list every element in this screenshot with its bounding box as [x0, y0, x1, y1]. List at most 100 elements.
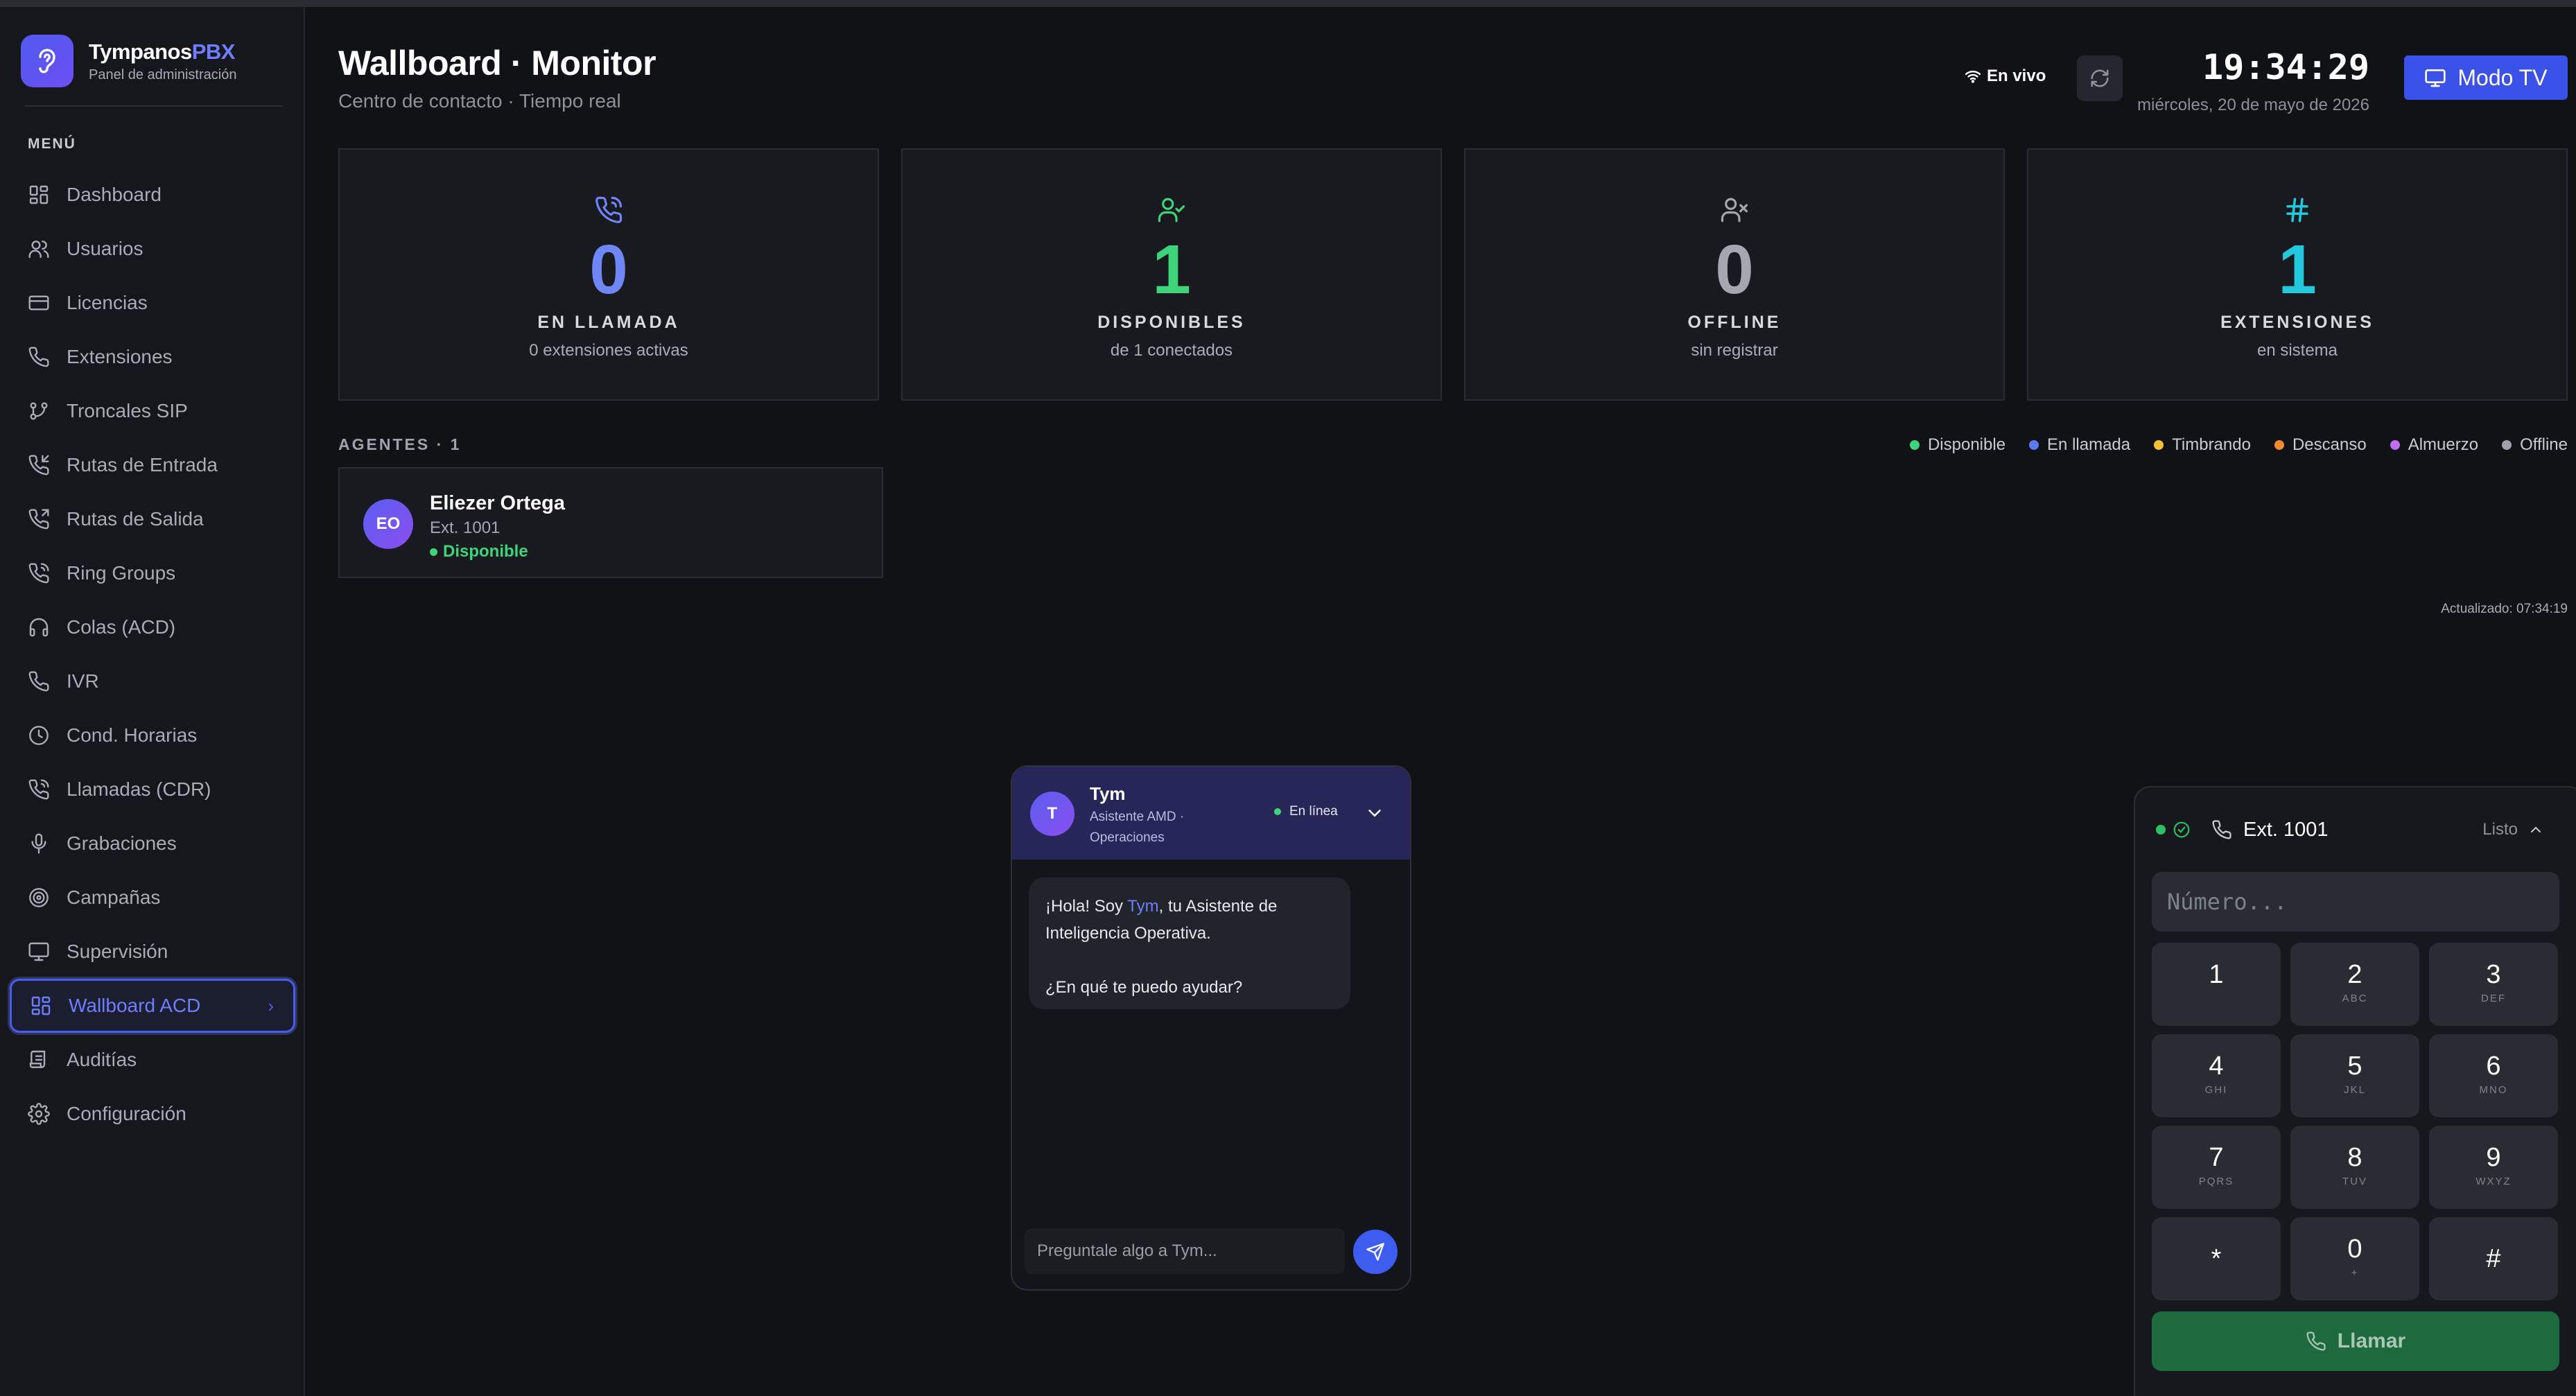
sidebar-item-ring-groups[interactable]: Ring Groups	[10, 546, 295, 600]
check-circle-icon	[2173, 821, 2190, 838]
stat-card-en-llamada: 0 EN LLAMADA 0 extensiones activas	[338, 148, 879, 401]
page-title: Wallboard · Monitor	[338, 44, 656, 82]
sidebar-item-cond-horarias[interactable]: Cond. Horarias	[10, 708, 295, 762]
key-3[interactable]: 3 DEF	[2429, 943, 2558, 1026]
sidebar-item-colas-acd[interactable]: Colas (ACD)	[10, 600, 295, 654]
key-7[interactable]: 7 PQRS	[2152, 1126, 2281, 1209]
sidebar-item-ivr[interactable]: IVR	[10, 654, 295, 708]
legend-item: En llamada	[2029, 435, 2130, 455]
agent-extension: Ext. 1001	[430, 518, 501, 537]
key-5[interactable]: 5 JKL	[2290, 1034, 2419, 1117]
agent-card[interactable]: EO Eliezer Ortega Ext. 1001 Disponible	[338, 467, 883, 578]
avatar: T	[1030, 792, 1074, 836]
legend-dot	[2274, 440, 2284, 450]
stat-sub: de 1 conectados	[1110, 341, 1233, 360]
sidebar-item-label: Licencias	[67, 292, 148, 313]
online-status: En línea	[1274, 804, 1338, 819]
gear-icon	[28, 1103, 50, 1125]
grid-icon	[29, 185, 49, 204]
phone-outgoing-icon	[28, 509, 49, 530]
legend-dot	[2154, 440, 2164, 450]
stat-card-disponibles: 1 DISPONIBLES de 1 conectados	[901, 148, 1442, 401]
monitor-icon	[28, 942, 49, 961]
tv-mode-button[interactable]: Modo TV	[2404, 55, 2568, 100]
sidebar-item-label: IVR	[67, 670, 99, 692]
stat-value: 0	[589, 231, 628, 308]
legend-item: Almuerzo	[2390, 435, 2478, 455]
sidebar-item-wallboard-acd[interactable]: Wallboard ACD ›	[10, 979, 295, 1033]
sidebar-item-rutas-salida[interactable]: Rutas de Salida	[10, 492, 295, 546]
sidebar-item-auditias[interactable]: Auditías	[10, 1033, 295, 1087]
sidebar-item-label: Wallboard ACD	[69, 995, 201, 1016]
last-updated: Actualizado: 07:34:19	[2441, 602, 2568, 616]
key-4[interactable]: 4 GHI	[2152, 1034, 2281, 1117]
menu-title: MENÚ	[28, 136, 76, 152]
refresh-button[interactable]	[2077, 55, 2123, 101]
chevron-down-icon[interactable]	[1364, 803, 1385, 823]
send-icon	[1366, 1243, 1384, 1261]
sidebar-item-dashboard[interactable]: Dashboard	[10, 168, 295, 222]
wifi-icon	[1965, 71, 1981, 83]
sidebar-item-extensiones[interactable]: Extensiones	[10, 330, 295, 384]
tv-mode-label: Modo TV	[2457, 64, 2548, 90]
sidebar-item-troncales-sip[interactable]: Troncales SIP	[10, 384, 295, 438]
phone-icon	[28, 671, 49, 692]
send-button[interactable]	[1353, 1230, 1398, 1274]
key-0[interactable]: 0 +	[2290, 1217, 2419, 1300]
status-dot	[430, 548, 437, 556]
stat-card-extensiones: 1 EXTENSIONES en sistema	[2027, 148, 2568, 401]
legend-dot	[2029, 440, 2039, 450]
key-9[interactable]: 9 WXYZ	[2429, 1126, 2558, 1209]
stat-sub: en sistema	[2256, 341, 2338, 360]
sidebar-item-label: Rutas de Entrada	[67, 454, 218, 475]
window-top-border	[0, 0, 2576, 7]
chat-input[interactable]	[1025, 1228, 1345, 1274]
date: miércoles, 20 de mayo de 2026	[2137, 96, 2369, 114]
sidebar: TympanosPBX Panel de administración MENÚ…	[0, 7, 305, 1396]
question-text: ¿En qué te puedo ayudar?	[1045, 978, 1243, 997]
sidebar-item-label: Campañas	[67, 887, 161, 908]
sidebar-item-grabaciones[interactable]: Grabaciones	[10, 817, 295, 871]
clock: 19:34:29	[2202, 47, 2369, 87]
clock-icon	[29, 726, 49, 745]
sidebar-item-usuarios[interactable]: Usuarios	[10, 222, 295, 276]
chevron-up-icon	[2531, 826, 2541, 832]
legend-dot	[2502, 440, 2512, 450]
sidebar-item-rutas-entrada[interactable]: Rutas de Entrada	[10, 438, 295, 492]
brand[interactable]: TympanosPBX Panel de administración	[21, 35, 236, 87]
grid-icon	[31, 996, 51, 1015]
sidebar-item-llamadas-cdr[interactable]: Llamadas (CDR)	[10, 762, 295, 817]
stat-label: EN LLAMADA	[537, 313, 680, 332]
sidebar-item-label: Grabaciones	[67, 832, 177, 854]
call-button[interactable]: Llamar	[2152, 1311, 2559, 1371]
status-dot	[2156, 825, 2166, 835]
chat-header: T Tym Asistente AMD · Operaciones En lín…	[1012, 767, 1410, 860]
sidebar-item-licencias[interactable]: Licencias	[10, 276, 295, 330]
sidebar-item-label: Rutas de Salida	[67, 508, 204, 530]
stat-sub: sin registrar	[1691, 341, 1778, 360]
dialer-header[interactable]: Ext. 1001 Listo	[2156, 808, 2558, 851]
stat-label: DISPONIBLES	[1097, 313, 1246, 332]
sidebar-item-campanas[interactable]: Campañas	[10, 871, 295, 925]
status-legend: Disponible En llamada Timbrando Descanso…	[1886, 435, 2568, 455]
key-1[interactable]: 1	[2152, 943, 2281, 1026]
phone-call-icon	[595, 196, 623, 223]
phone-icon	[2212, 820, 2231, 839]
legend-item: Descanso	[2274, 435, 2367, 455]
sidebar-item-configuracion[interactable]: Configuración	[10, 1087, 295, 1141]
phone-call-icon	[28, 779, 49, 800]
key-hash[interactable]: #	[2429, 1217, 2558, 1300]
sidebar-item-supervision[interactable]: Supervisión	[10, 925, 295, 979]
legend-dot	[1909, 440, 1920, 450]
key-8[interactable]: 8 TUV	[2290, 1126, 2419, 1209]
agent-name: Eliezer Ortega	[430, 492, 566, 514]
sidebar-item-label: Usuarios	[67, 238, 143, 259]
phone-number-input[interactable]	[2152, 872, 2559, 932]
key-star[interactable]: *	[2152, 1217, 2281, 1300]
key-2[interactable]: 2 ABC	[2290, 943, 2419, 1026]
sidebar-item-label: Supervisión	[67, 941, 168, 962]
legend-item: Disponible	[1909, 435, 2005, 455]
mic-icon	[31, 833, 46, 854]
legend-item: Offline	[2502, 435, 2568, 455]
key-6[interactable]: 6 MNO	[2429, 1034, 2558, 1117]
